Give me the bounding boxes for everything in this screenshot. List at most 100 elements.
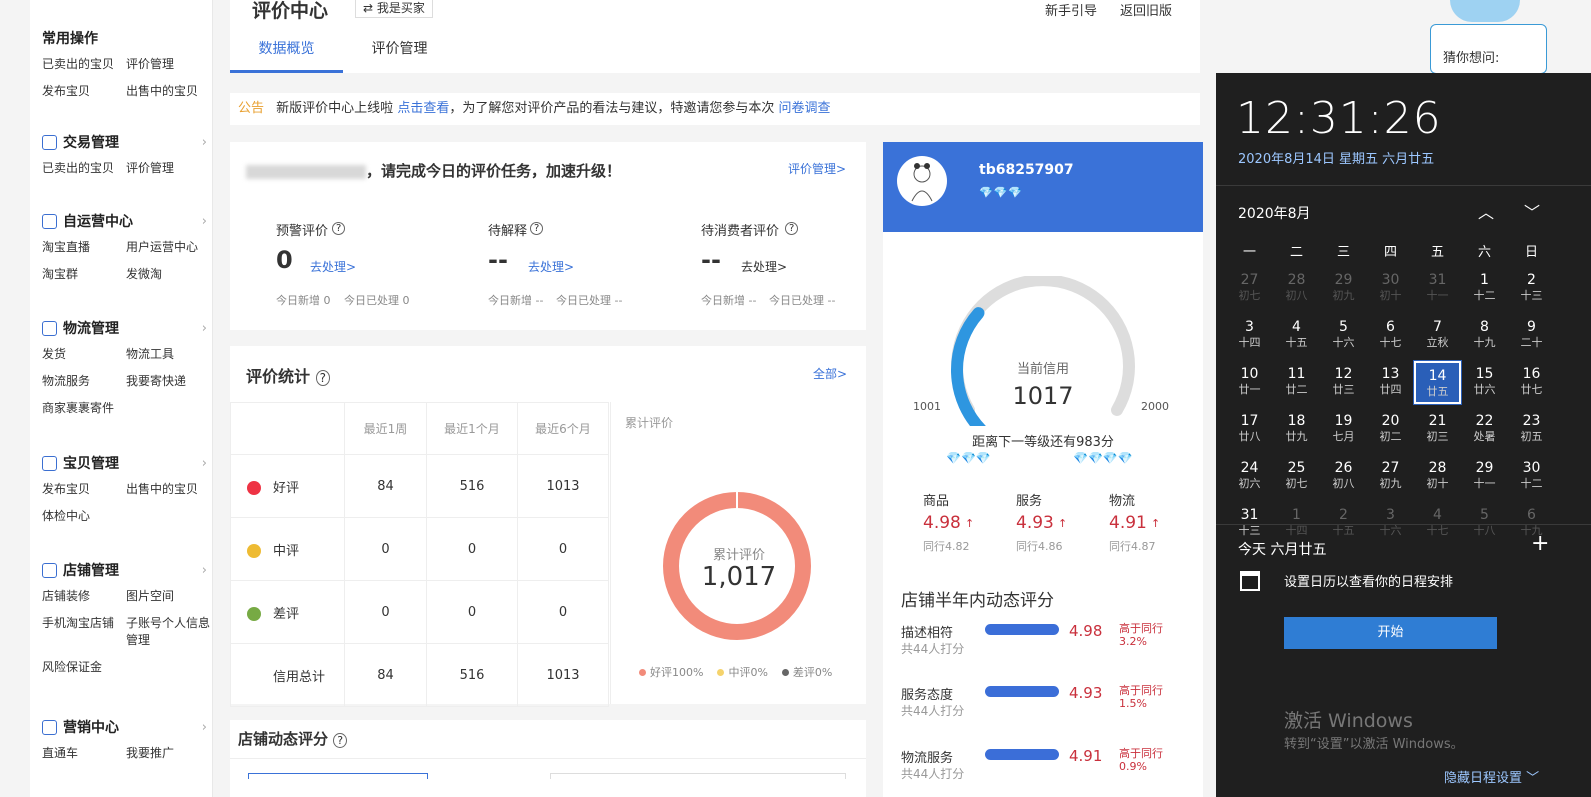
task-action-link[interactable]: 去处理> xyxy=(741,258,787,275)
sidebar-link[interactable]: 图片空间 xyxy=(126,588,210,605)
back-old-link[interactable]: 返回旧版 xyxy=(1120,0,1172,19)
notice-view-link[interactable]: 点击查看 xyxy=(397,101,449,116)
calendar-day[interactable]: 29 初九 xyxy=(1320,267,1367,310)
calendar-day[interactable]: 10 廿一 xyxy=(1226,361,1273,404)
sidebar-link[interactable]: 发微淘 xyxy=(126,266,210,283)
sidebar-section-title[interactable]: 自运营中心 › xyxy=(42,211,207,231)
chevron-down-icon[interactable]: ﹀ xyxy=(1524,199,1540,223)
help-icon[interactable]: ? xyxy=(315,370,330,386)
survey-link[interactable]: 问卷调查 xyxy=(778,101,830,116)
calendar-day[interactable]: 15 廿六 xyxy=(1461,361,1508,404)
avatar[interactable] xyxy=(897,156,947,206)
calendar-day[interactable]: 13 廿四 xyxy=(1367,361,1414,404)
help-icon[interactable]: ? xyxy=(530,222,544,235)
calendar-day[interactable]: 18 廿九 xyxy=(1273,408,1320,451)
calendar-day[interactable]: 8 十九 xyxy=(1461,314,1508,357)
filter-strip[interactable] xyxy=(550,773,846,779)
calendar-day[interactable]: 6 十七 xyxy=(1367,314,1414,357)
calendar-day[interactable]: 23 初五 xyxy=(1508,408,1555,451)
chevron-up-icon[interactable]: ︿ xyxy=(1478,199,1494,223)
calendar-day[interactable]: 11 廿二 xyxy=(1273,361,1320,404)
calendar-day[interactable]: 7 立秋 xyxy=(1414,314,1461,357)
sidebar-link[interactable]: 物流工具 xyxy=(126,346,210,363)
calendar-day[interactable]: 28 初十 xyxy=(1414,455,1461,498)
calendar-day[interactable]: 24 初六 xyxy=(1226,455,1273,498)
sidebar-link[interactable]: 商家裹裹寄件 xyxy=(42,400,126,417)
sidebar-link[interactable]: 发布宝贝 xyxy=(42,481,126,498)
task-action-link[interactable]: 去处理> xyxy=(310,258,356,275)
sidebar-link[interactable]: 出售中的宝贝 xyxy=(126,481,210,498)
sidebar-link[interactable]: 发货 xyxy=(42,346,126,363)
calendar-day-lunar: 十八 xyxy=(1473,524,1496,537)
help-icon[interactable]: ? xyxy=(333,733,348,748)
assistant-bubble[interactable]: 猜你想问: xyxy=(1430,24,1547,74)
add-event-icon[interactable]: + xyxy=(1531,531,1549,556)
calendar-day[interactable]: 28 初八 xyxy=(1273,267,1320,310)
calendar-day[interactable]: 19 七月 xyxy=(1320,408,1367,451)
sidebar-section-title[interactable]: 常用操作 xyxy=(42,28,207,48)
calendar-day-lunar: 廿六 xyxy=(1473,383,1496,396)
sidebar-section-title[interactable]: 店铺管理 › xyxy=(42,560,207,580)
calendar-month[interactable]: 2020年8月 xyxy=(1238,203,1311,223)
calendar-day[interactable]: 1 十二 xyxy=(1461,267,1508,310)
sidebar-section-title[interactable]: 营销中心 › xyxy=(42,717,207,737)
guide-link[interactable]: 新手引导 xyxy=(1045,0,1097,19)
sidebar-link[interactable]: 出售中的宝贝 xyxy=(126,83,210,100)
sidebar-link[interactable]: 淘宝群 xyxy=(42,266,126,283)
hide-schedule-link[interactable]: 隐藏日程设置 ﹀ xyxy=(1444,767,1539,786)
sidebar-link[interactable]: 淘宝直播 xyxy=(42,239,126,256)
calendar-day[interactable]: 26 初八 xyxy=(1320,455,1367,498)
calendar-day[interactable]: 31 十一 xyxy=(1414,267,1461,310)
sidebar-link[interactable]: 风险保证金 xyxy=(42,659,126,676)
calendar-day[interactable]: 17 廿八 xyxy=(1226,408,1273,451)
sidebar-link[interactable]: 已卖出的宝贝 xyxy=(42,56,126,73)
help-icon[interactable]: ? xyxy=(332,222,346,235)
tab-review-management[interactable]: 评价管理 xyxy=(343,38,456,58)
help-icon[interactable]: ? xyxy=(785,222,799,235)
clock-date[interactable]: 2020年8月14日 星期五 六月廿五 xyxy=(1238,148,1434,167)
calendar-day[interactable]: 3 十四 xyxy=(1226,314,1273,357)
calendar-day[interactable]: 27 初九 xyxy=(1367,455,1414,498)
sidebar-link[interactable]: 店铺装修 xyxy=(42,588,126,605)
task-action-link[interactable]: 去处理> xyxy=(528,258,574,275)
sidebar-section-title[interactable]: 物流管理 › xyxy=(42,318,207,338)
calendar-day[interactable]: 12 廿三 xyxy=(1320,361,1367,404)
start-button[interactable]: 开始 xyxy=(1284,617,1497,649)
calendar-day[interactable]: 20 初二 xyxy=(1367,408,1414,451)
stats-all-link[interactable]: 全部> xyxy=(813,365,847,382)
calendar-day[interactable]: 27 初七 xyxy=(1226,267,1273,310)
sidebar-section-title[interactable]: 宝贝管理 › xyxy=(42,453,207,473)
calendar-day[interactable]: 21 初三 xyxy=(1414,408,1461,451)
sidebar-link[interactable]: 子账号个人信息管理 xyxy=(126,615,210,649)
sidebar-link[interactable]: 我要寄快递 xyxy=(126,373,210,390)
sidebar-link[interactable]: 用户运营中心 xyxy=(126,239,210,256)
calendar-day[interactable]: 5 十六 xyxy=(1320,314,1367,357)
tab-overview[interactable]: 数据概览 xyxy=(230,38,343,58)
sidebar-link[interactable]: 发布宝贝 xyxy=(42,83,126,100)
role-switch-button[interactable]: ⇄ 我是买家 xyxy=(355,0,433,18)
calendar-day[interactable]: 22 处暑 xyxy=(1461,408,1508,451)
mascot-icon[interactable] xyxy=(1450,0,1520,22)
calendar-day[interactable]: 4 十五 xyxy=(1273,314,1320,357)
calendar-day[interactable]: 29 十一 xyxy=(1461,455,1508,498)
calendar-day-number: 24 xyxy=(1240,460,1259,476)
sidebar-link[interactable]: 已卖出的宝贝 xyxy=(42,160,126,177)
calendar-day-today[interactable]: 14 廿五 xyxy=(1413,360,1462,405)
sidebar-link[interactable]: 直通车 xyxy=(42,745,126,762)
calendar-day[interactable]: 30 十二 xyxy=(1508,455,1555,498)
sidebar-link[interactable]: 评价管理 xyxy=(126,56,210,73)
sidebar-link[interactable]: 手机淘宝店铺 xyxy=(42,615,126,649)
sidebar-link[interactable]: 体检中心 xyxy=(42,508,126,525)
sidebar-link[interactable]: 物流服务 xyxy=(42,373,126,390)
review-manage-link[interactable]: 评价管理> xyxy=(788,160,846,177)
sidebar-link[interactable]: 评价管理 xyxy=(126,160,210,177)
calendar-day[interactable]: 9 二十 xyxy=(1508,314,1555,357)
calendar-day[interactable]: 25 初七 xyxy=(1273,455,1320,498)
tab-strip[interactable] xyxy=(248,773,428,779)
calendar-day[interactable]: 16 廿七 xyxy=(1508,361,1555,404)
sidebar-section: 交易管理 › 已卖出的宝贝 评价管理 xyxy=(42,132,207,177)
calendar-day[interactable]: 2 十三 xyxy=(1508,267,1555,310)
calendar-day[interactable]: 30 初十 xyxy=(1367,267,1414,310)
sidebar-link[interactable]: 我要推广 xyxy=(126,745,210,762)
sidebar-section-title[interactable]: 交易管理 › xyxy=(42,132,207,152)
